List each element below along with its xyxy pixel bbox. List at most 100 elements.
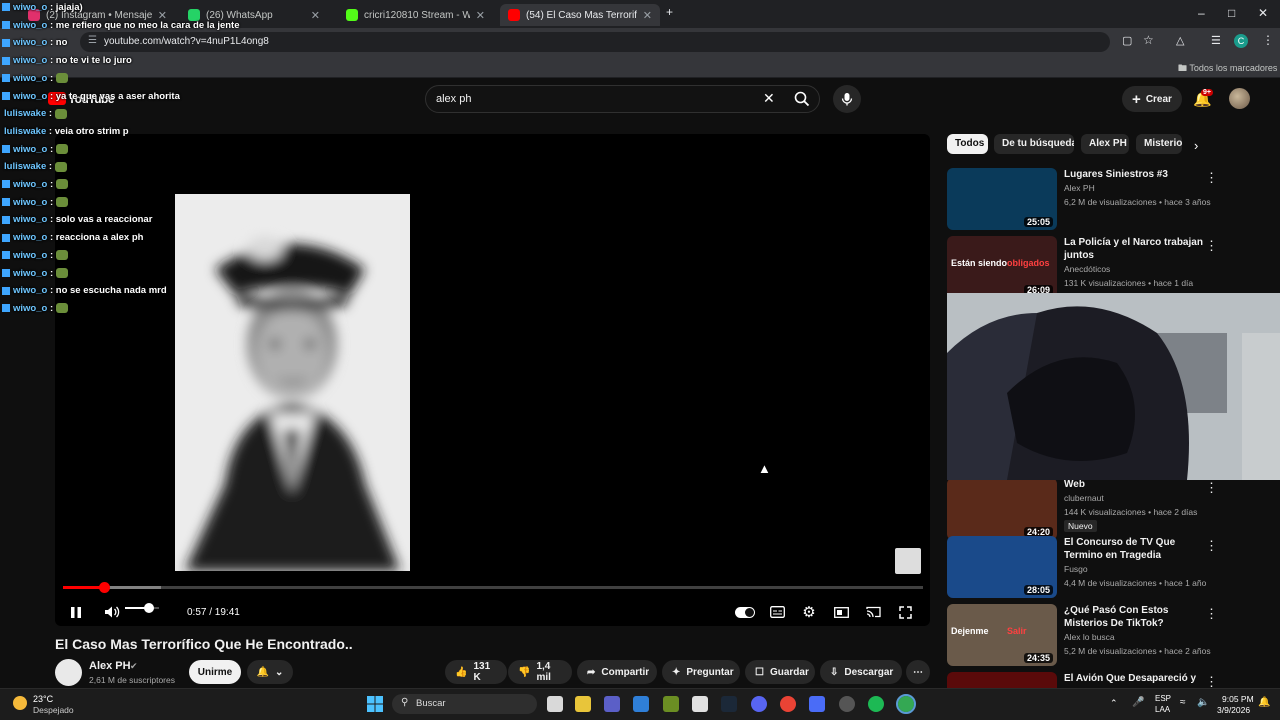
extensions-icon[interactable]: △ [1176, 34, 1184, 47]
all-bookmarks-link[interactable]: 🖿 Todos los marcadores [1178, 61, 1277, 77]
channel-watermark-icon[interactable] [895, 548, 921, 574]
weather-moon-icon[interactable] [13, 696, 27, 710]
pause-button[interactable] [65, 600, 87, 624]
volume-slider[interactable] [125, 603, 159, 613]
app-icon[interactable] [809, 696, 825, 712]
mute-button[interactable] [101, 600, 123, 624]
install-icon[interactable]: ▢ [1122, 34, 1132, 47]
speaker-icon[interactable]: 🔈 [1197, 697, 1209, 708]
recommendation-thumbnail[interactable]: 25:05 [947, 168, 1057, 230]
cast-button[interactable] [863, 600, 883, 624]
recommendation-item[interactable]: 28:05 El Concurso de TV Que Termino en Tr… [947, 536, 1280, 600]
teams-icon[interactable] [604, 696, 620, 712]
filter-chip[interactable]: De tu búsqueda [994, 134, 1074, 154]
recommendation-menu-icon[interactable]: ⋮ [1205, 170, 1218, 186]
tray-chevron-icon[interactable]: ⌃ [1110, 698, 1118, 709]
chrome-icon[interactable] [780, 696, 796, 712]
voice-search-button[interactable] [833, 85, 861, 113]
recommendation-channel[interactable]: Alex PH [1064, 183, 1095, 193]
channel-name[interactable]: Alex PH [89, 660, 131, 672]
media-control-icon[interactable]: ☰ [1211, 34, 1221, 47]
task-view-icon[interactable] [547, 696, 563, 712]
recommendation-menu-icon[interactable]: ⋮ [1205, 606, 1218, 622]
discord-icon[interactable] [751, 696, 767, 712]
recommendation-thumbnail[interactable]: 24:20 [947, 478, 1057, 540]
share-button[interactable]: ➦ Compartir [577, 660, 657, 684]
recommendation-item[interactable]: 24:20 Web clubernaut 144 K visualizaciones … [947, 478, 1280, 542]
recommendation-item[interactable]: Dejenme Salir 24:35 ¿Qué Pasó Con Estos Mis… [947, 604, 1280, 668]
theater-mode-button[interactable] [831, 600, 851, 624]
weather-temp[interactable]: 23°C [33, 694, 53, 704]
taskbar-search[interactable]: Buscar [392, 694, 537, 714]
recommendation-item[interactable]: 25:05 Lugares Siniestros #3 Alex PH 6,2 M d… [947, 168, 1280, 232]
close-window-button[interactable]: ✕ [1258, 6, 1268, 20]
recommendation-title[interactable]: ¿Qué Pasó Con Estos Misterios De TikTok? [1064, 604, 1214, 630]
file-explorer-icon[interactable] [575, 696, 591, 712]
store-icon[interactable] [692, 696, 708, 712]
subscription-bell-button[interactable]: 🔔 ⌄ [247, 660, 293, 684]
scrubber-handle[interactable] [99, 582, 111, 593]
recommendation-menu-icon[interactable]: ⋮ [1205, 480, 1218, 496]
fullscreen-button[interactable] [895, 600, 915, 624]
recommendation-item[interactable]: Están siendo obligados 26:09 La Policía y e… [947, 236, 1280, 300]
save-button[interactable]: ☐ Guardar [745, 660, 815, 684]
maximize-button[interactable]: □ [1228, 6, 1235, 20]
recommendation-menu-icon[interactable]: ⋮ [1205, 538, 1218, 554]
recommendation-thumbnail[interactable]: Dejenme Salir 24:35 [947, 604, 1057, 666]
chrome-active-icon[interactable] [896, 694, 916, 714]
download-button[interactable]: ⇩ Descargar [820, 660, 902, 684]
recommendation-thumbnail[interactable]: 28:05 [947, 536, 1057, 598]
steam-icon[interactable] [721, 696, 737, 712]
notification-center-icon[interactable]: 🔔 [1258, 697, 1270, 708]
browser-menu-icon[interactable]: ⋮ [1262, 33, 1274, 47]
browser-tab[interactable]: cricri120810 Stream - Watch Li ✕ [338, 4, 493, 26]
spotify-icon[interactable] [868, 696, 884, 712]
new-tab-button[interactable]: + [666, 5, 673, 19]
mic-tray-icon[interactable]: 🎤 [1132, 697, 1144, 708]
ask-button[interactable]: ✦ Preguntar [662, 660, 740, 684]
filter-chip[interactable]: Alex PH [1081, 134, 1129, 154]
account-avatar[interactable] [1229, 88, 1250, 109]
windows-start-icon[interactable] [367, 696, 383, 712]
browser-tab[interactable]: (54) El Caso Mas Terrorifico ✕ [500, 4, 660, 26]
recommendation-title[interactable]: El Avión Que Desapareció y [1064, 672, 1214, 685]
clear-search-icon[interactable]: ✕ [763, 90, 775, 107]
more-actions-button[interactable]: ⋯ [906, 660, 930, 684]
autoplay-toggle[interactable] [733, 600, 757, 624]
chips-next-arrow-icon[interactable]: › [1194, 138, 1198, 153]
obs-icon[interactable] [839, 696, 855, 712]
like-button[interactable]: 👍 131 K [445, 660, 507, 684]
progress-bar[interactable] [63, 582, 923, 593]
create-button[interactable]: + Crear [1122, 86, 1182, 112]
recommendation-channel[interactable]: Anecdóticos [1064, 264, 1110, 274]
tab-close-icon[interactable]: ✕ [643, 9, 652, 22]
recommendation-channel[interactable]: Alex lo busca [1064, 632, 1115, 642]
copilot-icon[interactable] [633, 696, 649, 712]
bookmark-star-icon[interactable]: ☆ [1143, 33, 1154, 47]
settings-button[interactable]: ⚙ [799, 600, 819, 624]
channel-avatar[interactable] [55, 659, 82, 686]
profile-avatar[interactable]: C [1234, 34, 1248, 48]
lang-indicator[interactable]: ESP [1155, 694, 1171, 703]
recommendation-thumbnail[interactable]: Están siendo obligados 26:09 [947, 236, 1057, 298]
minecraft-icon[interactable] [663, 696, 679, 712]
minimize-button[interactable]: – [1198, 6, 1205, 20]
search-button[interactable] [788, 85, 816, 113]
tab-close-icon[interactable]: ✕ [311, 9, 320, 22]
recommendation-channel[interactable]: Fusgo [1064, 564, 1088, 574]
join-button[interactable]: Unirme [189, 660, 241, 684]
wifi-icon[interactable]: ≈ [1180, 697, 1186, 708]
tab-close-icon[interactable]: ✕ [476, 9, 485, 22]
captions-button[interactable] [767, 600, 787, 624]
recommendation-channel[interactable]: clubernaut [1064, 493, 1104, 503]
clock-time[interactable]: 9:05 PM [1222, 694, 1254, 704]
volume-handle[interactable] [143, 603, 154, 613]
recommendation-title[interactable]: El Concurso de TV Que Termino en Tragedi… [1064, 536, 1214, 562]
recommendation-title[interactable]: Lugares Siniestros #3 [1064, 168, 1214, 181]
recommendation-menu-icon[interactable]: ⋮ [1205, 238, 1218, 254]
filter-chip[interactable]: Misterio [1136, 134, 1182, 154]
search-input[interactable]: alex ph [425, 85, 820, 113]
filter-chip[interactable]: Todos [947, 134, 988, 154]
video-player[interactable]: ▲ 0:57 / 19:41 ⚙ [55, 134, 930, 626]
dislike-button[interactable]: 👎 1,4 mil [508, 660, 572, 684]
